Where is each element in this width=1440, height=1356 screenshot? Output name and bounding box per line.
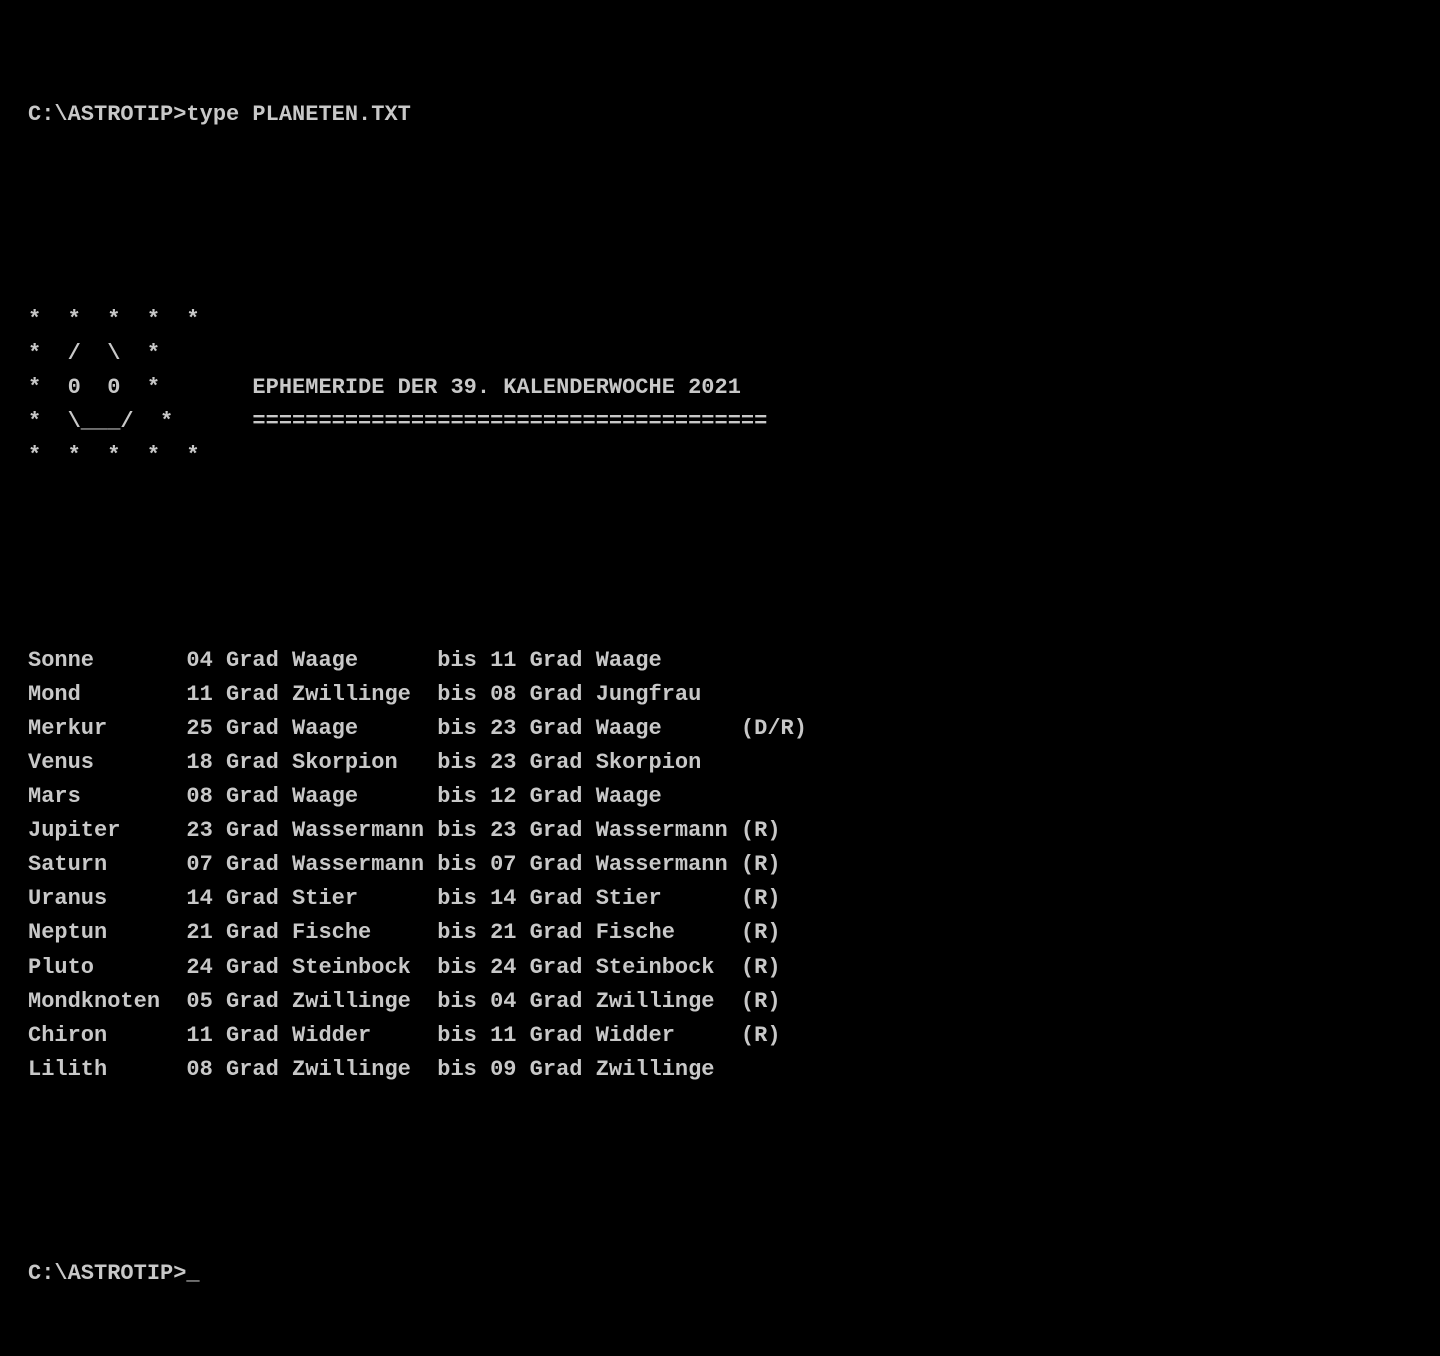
planet-table: Sonne 04 Grad Waage bis 11 Grad Waage Mo…: [28, 644, 1412, 1087]
planet-row-9: Pluto 24 Grad Steinbock bis 24 Grad Stei…: [28, 951, 1412, 985]
command-line: C:\ASTROTIP>type PLANETEN.TXT: [28, 98, 1412, 132]
planet-row-4: Mars 08 Grad Waage bis 12 Grad Waage: [28, 780, 1412, 814]
planet-row-7: Uranus 14 Grad Stier bis 14 Grad Stier (…: [28, 882, 1412, 916]
planet-row-0: Sonne 04 Grad Waage bis 11 Grad Waage: [28, 644, 1412, 678]
end-prompt: C:\ASTROTIP>_: [28, 1257, 1412, 1291]
ascii-line-0: * * * * *: [28, 303, 1412, 337]
planet-row-8: Neptun 21 Grad Fische bis 21 Grad Fische…: [28, 916, 1412, 950]
ascii-line-1: * / \ *: [28, 337, 1412, 371]
planet-row-12: Lilith 08 Grad Zwillinge bis 09 Grad Zwi…: [28, 1053, 1412, 1087]
planet-row-1: Mond 11 Grad Zwillinge bis 08 Grad Jungf…: [28, 678, 1412, 712]
ascii-line-2: * 0 0 * EPHEMERIDE DER 39. KALENDERWOCHE…: [28, 371, 1412, 405]
planet-row-2: Merkur 25 Grad Waage bis 23 Grad Waage (…: [28, 712, 1412, 746]
blank3: [28, 1155, 1412, 1189]
blank2: [28, 541, 1412, 575]
planet-row-10: Mondknoten 05 Grad Zwillinge bis 04 Grad…: [28, 985, 1412, 1019]
planet-row-11: Chiron 11 Grad Widder bis 11 Grad Widder…: [28, 1019, 1412, 1053]
planet-row-6: Saturn 07 Grad Wassermann bis 07 Grad Wa…: [28, 848, 1412, 882]
terminal: C:\ASTROTIP>type PLANETEN.TXT * * * * **…: [28, 30, 1412, 1326]
blank1: [28, 200, 1412, 234]
ascii-line-3: * \___/ * ==============================…: [28, 405, 1412, 439]
planet-row-3: Venus 18 Grad Skorpion bis 23 Grad Skorp…: [28, 746, 1412, 780]
ascii-art-block: * * * * ** / \ ** 0 0 * EPHEMERIDE DER 3…: [28, 303, 1412, 473]
planet-row-5: Jupiter 23 Grad Wassermann bis 23 Grad W…: [28, 814, 1412, 848]
ascii-line-4: * * * * *: [28, 439, 1412, 473]
